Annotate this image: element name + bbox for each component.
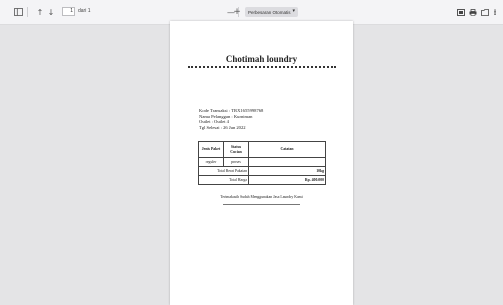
zoom-in-icon[interactable]: + <box>232 7 242 17</box>
arrow-down-icon[interactable]: ↓ <box>46 7 56 17</box>
footer-divider <box>223 204 300 205</box>
header-jenis-paket: Jenis Paket <box>198 141 224 158</box>
total-harga-value: Rp. 400.000 <box>248 175 326 185</box>
more-icon[interactable]: ⁞ <box>490 7 500 17</box>
chevron-down-icon: ▾ <box>292 8 295 14</box>
tgl-selesai: Tgl Selesai : 26 Jun 2022 <box>199 124 246 130</box>
header-status-cucian: Status Cucian <box>223 141 249 158</box>
cell-status-cucian: proses <box>223 157 249 167</box>
cell-jenis-paket: reguler <box>198 157 224 167</box>
transaction-table: Jenis Paket Status Cucian Catatan regule… <box>198 141 326 185</box>
document-viewer[interactable]: Chotimah loundry Kode Transaksi : TRX165… <box>0 21 503 305</box>
total-harga-label: Total Harga <box>198 175 249 185</box>
receipt-title: Chotimah loundry <box>225 54 298 64</box>
zoom-level-select[interactable]: Perbesaran Otomatis ▾ <box>245 7 298 17</box>
pdf-page: Chotimah loundry Kode Transaksi : TRX165… <box>170 21 353 305</box>
table-row-total-berat: Total Berat Pakaian 10kg <box>198 166 326 176</box>
toolbar-separator <box>27 7 28 17</box>
arrow-up-icon[interactable]: ↑ <box>35 7 45 17</box>
zoom-level-label: Perbesaran Otomatis <box>248 9 291 15</box>
dotted-divider <box>188 66 336 68</box>
table-row-total-harga: Total Harga Rp. 400.000 <box>198 175 326 185</box>
total-berat-label: Total Berat Pakaian <box>198 166 249 176</box>
table-header-row: Jenis Paket Status Cucian Catatan <box>198 141 326 158</box>
table-row: reguler proses <box>198 157 326 167</box>
open-file-icon[interactable] <box>456 7 466 17</box>
cell-catatan <box>248 157 326 167</box>
page-number-input[interactable]: 1 <box>62 7 75 16</box>
save-icon[interactable] <box>480 7 490 17</box>
total-berat-value: 10kg <box>248 166 326 176</box>
page-count-label: dari 1 <box>78 8 91 14</box>
print-icon[interactable] <box>468 7 478 17</box>
sidebar-toggle-icon[interactable] <box>13 7 23 17</box>
header-catatan: Catatan <box>248 141 326 158</box>
thank-you-text: Terimakasih Sudah Menggunakan Jasa Laund… <box>220 195 303 199</box>
